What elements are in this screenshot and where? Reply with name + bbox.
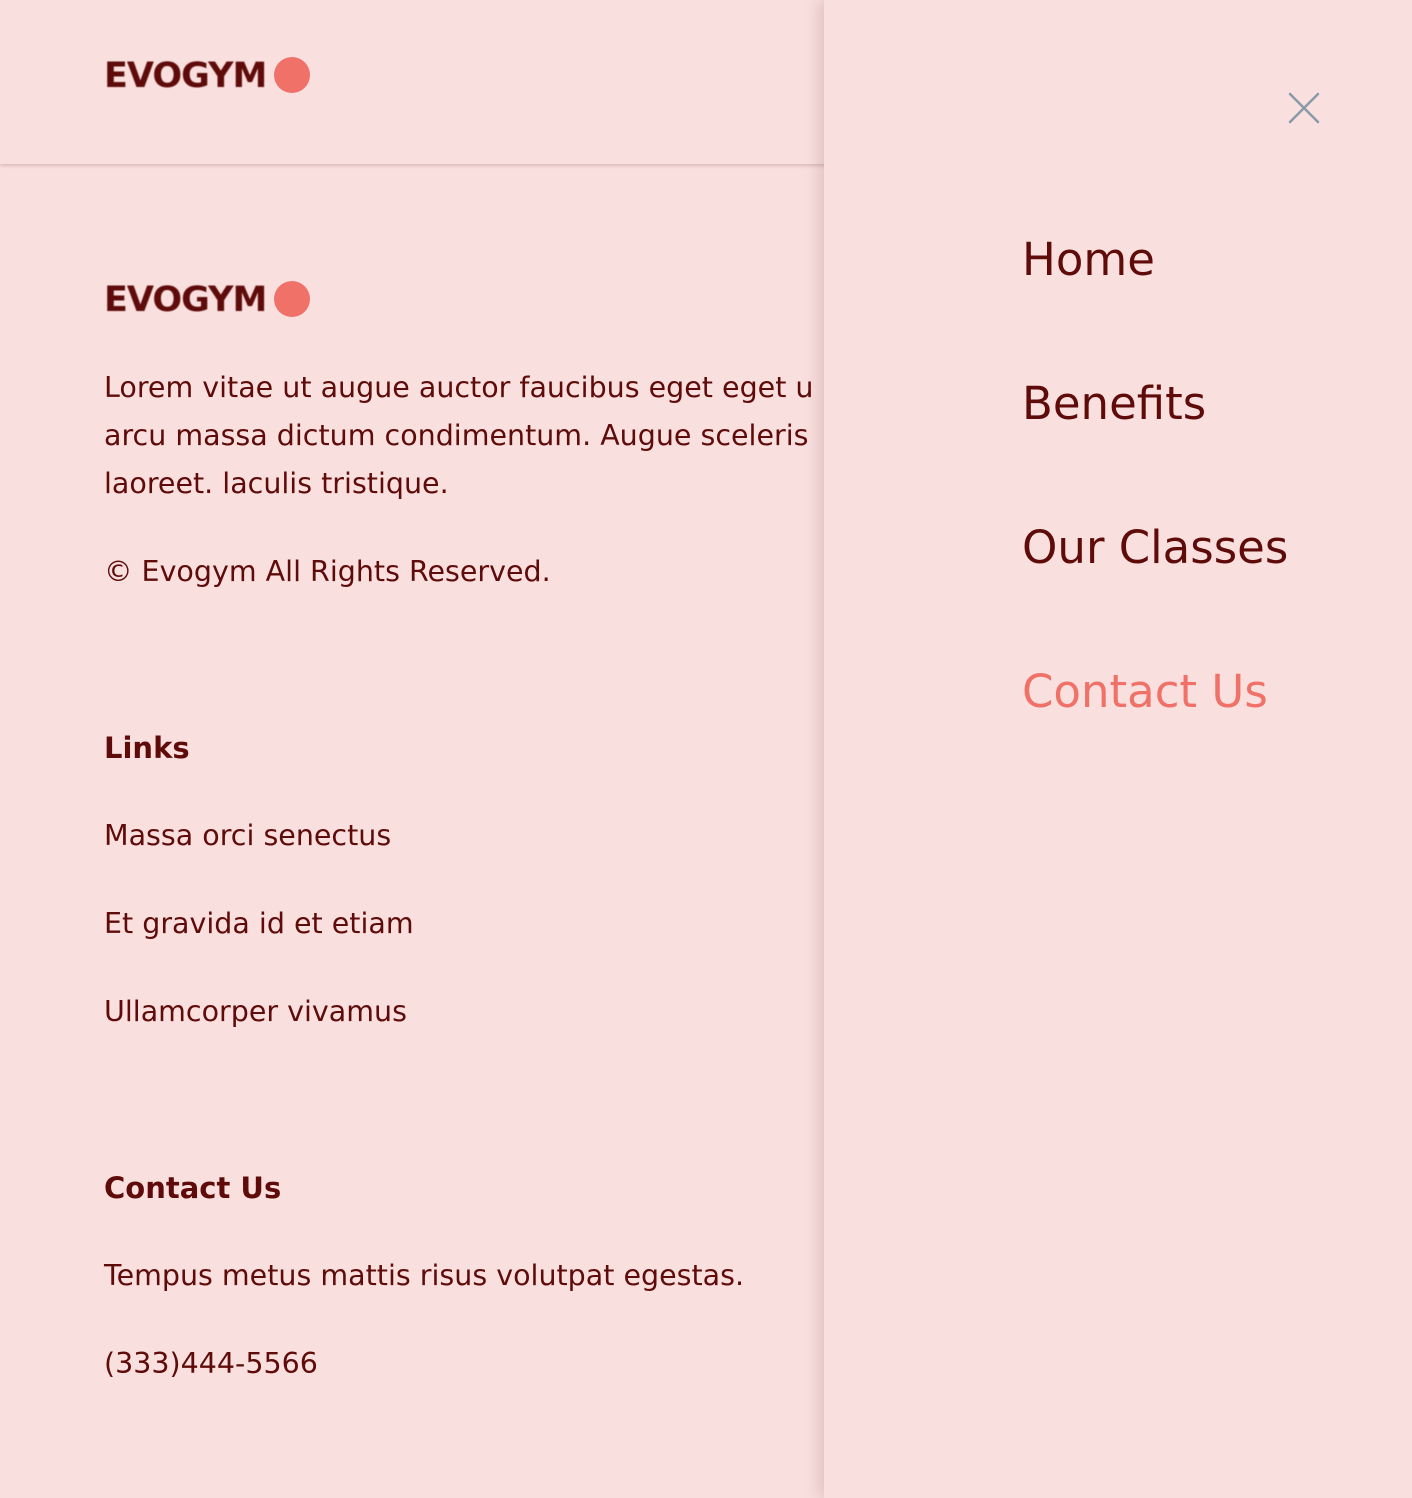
footer-link[interactable]: Massa orci senectus [104, 816, 391, 856]
footer-logo: EVOGYM [104, 278, 311, 322]
menu-item-our-classes[interactable]: Our Classes [1022, 518, 1288, 578]
footer-description: Lorem vitae ut augue auctor faucibus ege… [104, 364, 864, 508]
footer-description-line: arcu massa dictum condimentum. Augue sce… [104, 419, 809, 452]
footer-description-line: Lorem vitae ut augue auctor faucibus ege… [104, 371, 814, 404]
footer: EVOGYM Lorem vitae ut augue auctor fauci… [0, 164, 824, 1498]
contact-phone: (333)444-5566 [104, 1347, 318, 1380]
copyright-text: © Evogym All Rights Reserved. [104, 555, 551, 588]
logo-dot-icon [274, 280, 311, 317]
logo-text: EVOGYM [104, 280, 267, 320]
close-menu-button[interactable] [1284, 88, 1324, 128]
mobile-menu-panel: Home Benefits Our Classes Contact Us [824, 0, 1412, 1498]
menu-item-home[interactable]: Home [1022, 230, 1155, 290]
close-icon [1288, 92, 1320, 124]
footer-link[interactable]: Ullamcorper vivamus [104, 992, 407, 1032]
logo-text: EVOGYM [104, 56, 267, 96]
logo-dot-icon [274, 56, 311, 93]
links-heading: Links [104, 731, 190, 765]
footer-description-line: laoreet. laculis tristique. [104, 467, 449, 500]
footer-link[interactable]: Et gravida id et etiam [104, 904, 414, 944]
header-logo[interactable]: EVOGYM [104, 54, 311, 98]
menu-item-benefits[interactable]: Benefits [1022, 374, 1206, 434]
menu-item-contact-us[interactable]: Contact Us [1022, 662, 1268, 722]
contact-heading: Contact Us [104, 1171, 282, 1205]
contact-description: Tempus metus mattis risus volutpat egest… [104, 1259, 745, 1292]
